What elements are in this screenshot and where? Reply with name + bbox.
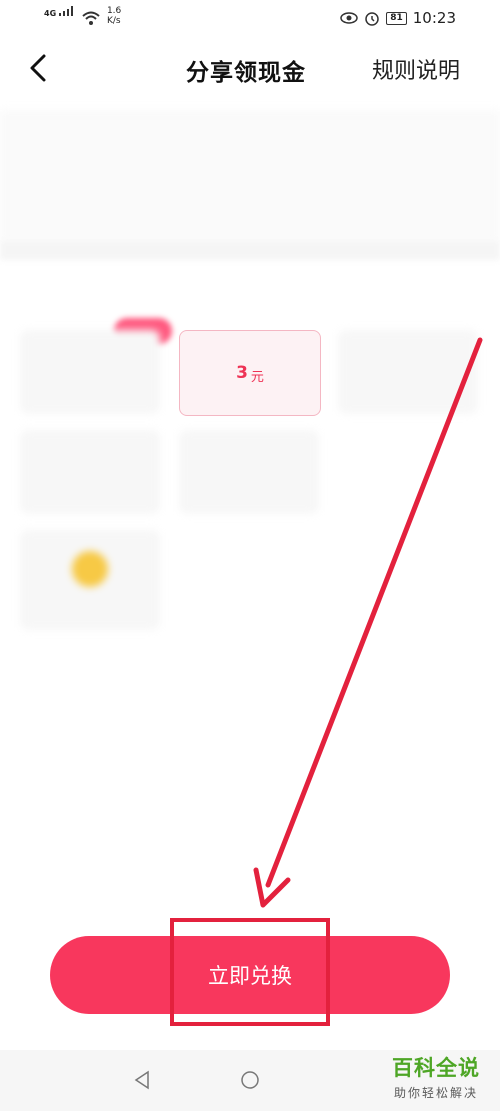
option-card[interactable] — [20, 330, 160, 414]
header: 分享领现金 规则说明 — [0, 40, 500, 96]
coin-icon — [72, 551, 108, 587]
watermark-logo: 百科全说 助你轻松解决 — [372, 1052, 500, 1111]
nav-home-icon[interactable] — [238, 1068, 262, 1092]
network-type: 4G — [44, 9, 57, 18]
alarm-icon — [365, 12, 379, 26]
section-label — [26, 286, 30, 301]
battery-icon: 81 — [386, 11, 407, 25]
chevron-left-icon — [30, 54, 46, 82]
option-card[interactable] — [179, 430, 319, 514]
divider — [0, 240, 500, 260]
watermark-title: 百科全说 — [392, 1056, 480, 1080]
status-right: 81 10:23 — [340, 9, 456, 27]
watermark-subtitle: 助你轻松解决 — [393, 1086, 478, 1100]
coin-label — [88, 595, 92, 609]
summary-label — [60, 130, 210, 145]
speed-value: 1.6 — [106, 6, 122, 16]
rules-link[interactable]: 规则说明 — [372, 53, 460, 85]
option-unit: 元 — [250, 369, 264, 385]
nav-back-icon[interactable] — [130, 1068, 154, 1092]
balance-summary — [0, 110, 500, 240]
option-card[interactable] — [338, 330, 478, 414]
signal-icon — [58, 6, 73, 16]
status-left: 4G 1.6 K/s — [44, 6, 121, 26]
eye-icon — [340, 12, 358, 24]
summary-value — [290, 167, 440, 197]
wifi-icon — [82, 11, 100, 25]
option-card-coin[interactable] — [20, 530, 160, 630]
summary-col-left — [60, 130, 210, 197]
option-value: 3 — [236, 363, 248, 383]
option-card-selected[interactable]: 3 元 — [179, 330, 321, 416]
option-card[interactable] — [20, 430, 160, 514]
summary-value — [60, 167, 210, 197]
summary-col-right — [290, 130, 440, 197]
page-title: 分享领现金 — [186, 60, 306, 86]
network-speed: 1.6 K/s — [107, 6, 121, 26]
summary-label — [290, 130, 440, 145]
network-indicator: 4G — [44, 6, 75, 18]
back-button[interactable] — [22, 50, 58, 86]
speed-unit: K/s — [106, 16, 121, 26]
status-bar: 4G 1.6 K/s 81 10:23 — [0, 0, 500, 36]
exchange-button[interactable]: 立即兑换 — [50, 936, 450, 1014]
status-time: 10:23 — [412, 9, 456, 27]
